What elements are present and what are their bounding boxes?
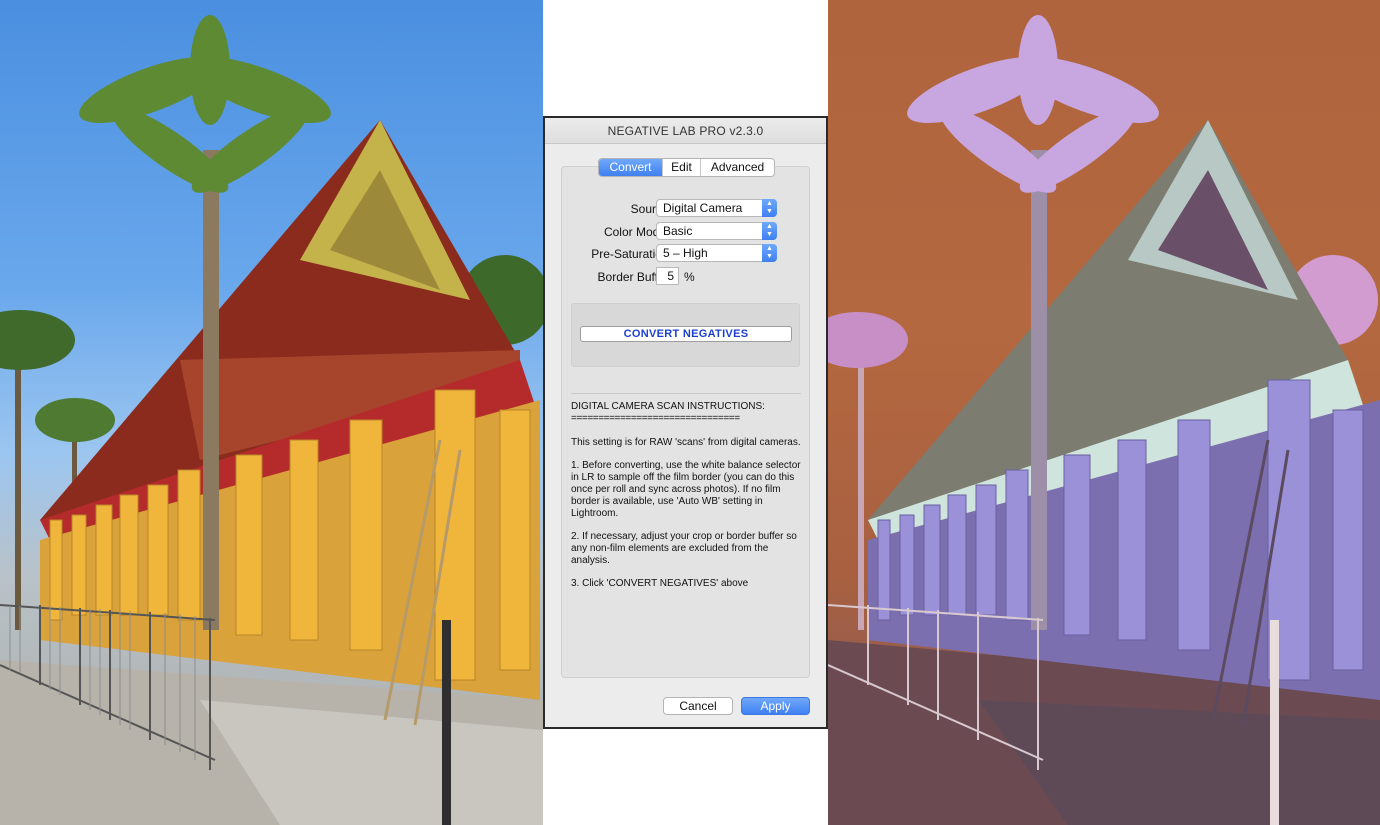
dialog-title: NEGATIVE LAB PRO v2.3.0 [545,118,826,144]
comparison-stage: NEGATIVE LAB PRO v2.3.0 Source: Digital … [0,0,1380,825]
convert-area: CONVERT NEGATIVES [571,303,800,367]
positive-photo [0,0,543,825]
color-model-select[interactable]: Basic ▲ ▼ [656,222,777,240]
tab-edit[interactable]: Edit [663,159,701,176]
negative-photo [828,0,1380,825]
tab-bar: Convert Edit Advanced [598,158,775,177]
instructions-step-2: 2. If necessary, adjust your crop or bor… [571,531,797,566]
instructions-step-3: 3. Click 'CONVERT NEGATIVES' above [571,578,749,589]
apply-button[interactable]: Apply [741,697,810,715]
pre-saturation-value: 5 – High [663,246,708,260]
convert-panel: Source: Digital Camera ▲ ▼ Color Model: B… [561,166,810,678]
select-arrows-icon: ▲ ▼ [762,244,777,262]
border-buffer-row: Border Buffer: 5 % [562,267,811,287]
instructions-heading: DIGITAL CAMERA SCAN INSTRUCTIONS: [571,401,765,412]
convert-negatives-button[interactable]: CONVERT NEGATIVES [580,326,792,342]
cancel-button[interactable]: Cancel [663,697,733,715]
tab-advanced[interactable]: Advanced [701,159,774,176]
instructions-intro: This setting is for RAW 'scans' from dig… [571,437,801,448]
negative-temple-illustration [828,15,1380,825]
border-buffer-unit: % [684,270,695,284]
instructions-step-1: 1. Before converting, use the white bala… [571,460,801,519]
pre-saturation-select[interactable]: 5 – High ▲ ▼ [656,244,777,262]
instructions-text: DIGITAL CAMERA SCAN INSTRUCTIONS: ======… [571,401,803,601]
color-model-value: Basic [663,224,693,238]
select-arrows-icon: ▲ ▼ [762,199,777,217]
source-row: Source: Digital Camera ▲ ▼ [562,199,811,219]
border-buffer-input[interactable]: 5 [656,267,679,285]
select-arrows-icon: ▲ ▼ [762,222,777,240]
color-model-row: Color Model: Basic ▲ ▼ [562,222,811,242]
source-select[interactable]: Digital Camera ▲ ▼ [656,199,777,217]
tab-convert[interactable]: Convert [599,159,663,176]
instructions-rule: =============================== [571,413,740,424]
divider [571,393,801,394]
negative-lab-pro-dialog: NEGATIVE LAB PRO v2.3.0 Source: Digital … [543,116,828,729]
positive-temple-illustration [0,15,543,825]
source-value: Digital Camera [663,201,743,215]
pre-saturation-row: Pre-Saturation: 5 – High ▲ ▼ [562,244,811,264]
